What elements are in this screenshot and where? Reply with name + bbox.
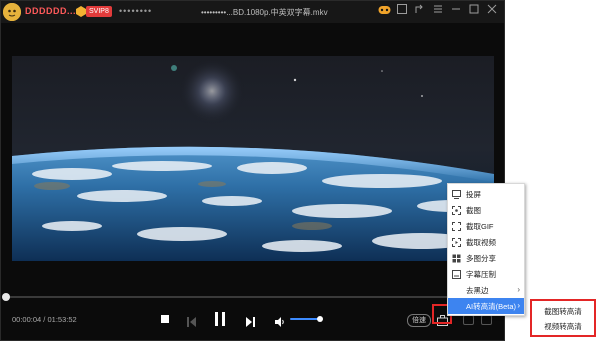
vip-badge: SVIP8 xyxy=(86,6,112,17)
next-button[interactable] xyxy=(246,314,255,332)
ai-hd-submenu: 截图转高清 视频转高清 xyxy=(530,299,596,337)
time-display: 00:00:04 / 01:53:52 xyxy=(12,315,77,324)
video-clip-icon xyxy=(452,237,461,247)
time-separator: / xyxy=(43,315,46,324)
menu-item-screenshot[interactable]: 截图 xyxy=(448,202,524,218)
total-time: 01:53:52 xyxy=(47,315,77,324)
tab-strip[interactable]: •••••••• xyxy=(119,6,152,16)
minimize-icon[interactable] xyxy=(450,4,462,18)
account-name[interactable]: DDDDDD... xyxy=(25,6,76,16)
playlist-icon[interactable] xyxy=(463,315,474,325)
menu-item-remove-black-border[interactable]: 去黑边 › xyxy=(448,282,524,298)
cast-icon xyxy=(452,189,461,199)
menu-item-multi-share[interactable]: 多图分享 xyxy=(448,250,524,266)
game-icon[interactable] xyxy=(378,4,391,18)
close-icon[interactable] xyxy=(486,4,498,18)
fullscreen-icon[interactable] xyxy=(481,315,492,325)
submenu-item-video-hd[interactable]: 视频转高清 xyxy=(532,319,594,334)
submenu-item-screenshot-hd[interactable]: 截图转高清 xyxy=(532,304,594,319)
screenshot-icon xyxy=(452,205,461,215)
volume-handle[interactable] xyxy=(317,316,323,322)
video-frame[interactable] xyxy=(12,56,494,261)
speed-button[interactable]: 倍速 xyxy=(407,314,431,327)
video-player-window: DDDDDD... SVIP8 •••••••• •••••••••...BD.… xyxy=(0,0,505,341)
maximize-icon[interactable] xyxy=(468,4,480,18)
menu-item-cast[interactable]: 投屏 xyxy=(448,186,524,202)
menu-item-video-clip[interactable]: 截取视频 xyxy=(448,234,524,250)
svip-icon xyxy=(76,6,86,17)
subtitle-icon xyxy=(452,269,461,279)
earth-from-space-image xyxy=(12,56,494,261)
chevron-right-icon: › xyxy=(517,285,520,294)
share-icon[interactable] xyxy=(414,4,426,18)
menu-icon[interactable] xyxy=(432,4,444,18)
previous-button[interactable] xyxy=(187,314,196,332)
title-bar: DDDDDD... SVIP8 •••••••• •••••••••...BD.… xyxy=(1,1,504,23)
volume-icon[interactable] xyxy=(275,314,285,332)
chevron-right-icon: › xyxy=(517,301,520,310)
multi-image-icon xyxy=(452,254,461,262)
menu-item-subtitle-burn[interactable]: 字幕压制 xyxy=(448,266,524,282)
menu-item-ai-hd[interactable]: AI转高清(Beta) › xyxy=(448,298,524,314)
stop-button[interactable] xyxy=(161,315,169,323)
progress-bar[interactable] xyxy=(5,296,502,298)
gif-icon xyxy=(452,221,461,231)
menu-item-gif[interactable]: 截取GIF xyxy=(448,218,524,234)
ai-hd-icon xyxy=(452,302,461,311)
file-title: •••••••••...BD.1080p.中英双字幕.mkv xyxy=(201,8,328,17)
progress-handle[interactable] xyxy=(2,293,10,301)
app-logo-icon[interactable] xyxy=(3,3,21,21)
pause-button[interactable] xyxy=(215,312,225,331)
context-menu: 投屏 截图 截取GIF 截取视频 多图分享 字幕压制 去黑边 › AI转高清(B… xyxy=(447,183,525,316)
window-icon[interactable] xyxy=(396,4,408,18)
titlebar-controls xyxy=(378,4,498,18)
current-time: 00:00:04 xyxy=(12,315,42,324)
crop-icon xyxy=(452,286,461,295)
